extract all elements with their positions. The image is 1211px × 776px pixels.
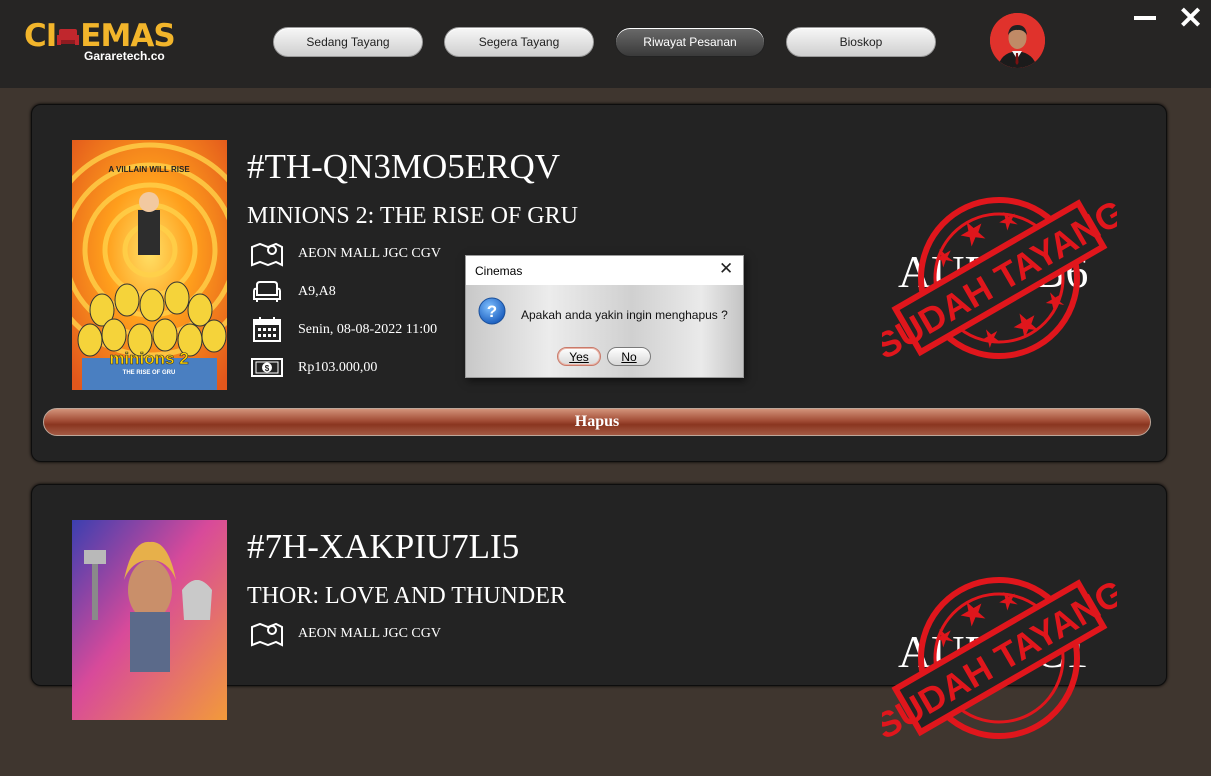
- booking-code: #7H-XAKPIU7LI5: [247, 527, 520, 566]
- show-datetime: Senin, 08-08-2022 11:00: [298, 322, 438, 337]
- logo-subtitle: Gararetech.co: [84, 49, 165, 63]
- nav-segera-tayang[interactable]: Segera Tayang: [444, 27, 594, 57]
- calendar-icon: [253, 317, 281, 342]
- dialog-close-icon[interactable]: ✕: [719, 259, 733, 279]
- money-icon: $: [251, 358, 283, 377]
- yes-button[interactable]: Yes: [557, 347, 601, 366]
- dialog-title: Cinemas: [475, 264, 523, 278]
- question-icon: ?: [478, 297, 506, 325]
- order-card: #7H-XAKPIU7LI5 THOR: LOVE AND THUNDER AE…: [31, 484, 1167, 747]
- map-location-icon: [251, 242, 283, 267]
- dialog-message: Apakah anda yakin ingin menghapus ?: [521, 308, 728, 322]
- dialog-body: ? Apakah anda yakin ingin menghapus ? Ye…: [466, 285, 743, 377]
- nav-sedang-tayang[interactable]: Sedang Tayang: [273, 27, 423, 57]
- svg-text:A VILLAIN WILL RISE: A VILLAIN WILL RISE: [108, 165, 190, 174]
- confirm-delete-dialog: Cinemas ✕ ? Apakah anda yakin ingin meng…: [465, 255, 744, 378]
- close-window-button[interactable]: ✕: [1178, 4, 1203, 34]
- booking-code: #TH-QN3MO5ERQV: [247, 147, 561, 186]
- svg-text:?: ?: [487, 302, 497, 321]
- poster-image: A VILLAIN WILL RISE minions 2 THE RISE O…: [72, 140, 227, 390]
- user-avatar[interactable]: [990, 13, 1045, 68]
- svg-text:THE RISE OF GRU: THE RISE OF GRU: [123, 370, 176, 376]
- poster-image: [72, 520, 227, 720]
- svg-text:$: $: [265, 364, 270, 373]
- sudah-tayang-stamp: SUDAH TAYANG: [882, 571, 1117, 747]
- sudah-tayang-stamp: SUDAH TAYANG: [882, 191, 1117, 367]
- app-header: CI EMAS Gararetech.co Sedang Tayang Seger…: [0, 0, 1211, 88]
- nav-bioskop[interactable]: Bioskop: [786, 27, 936, 57]
- user-photo-icon: [990, 13, 1045, 68]
- movie-poster: [72, 520, 227, 770]
- minimize-button[interactable]: [1134, 16, 1156, 20]
- no-button-label: No: [621, 349, 637, 364]
- cinema-name: AEON MALL JGC CGV: [298, 246, 441, 261]
- map-location-icon: [251, 622, 283, 647]
- dialog-titlebar[interactable]: Cinemas ✕: [466, 256, 743, 285]
- total-price: Rp103.000,00: [298, 360, 378, 375]
- no-button[interactable]: No: [607, 347, 651, 366]
- nav-riwayat-pesanan[interactable]: Riwayat Pesanan: [615, 27, 765, 57]
- sofa-seat-icon: [253, 281, 281, 302]
- seat-numbers: A9,A8: [298, 284, 336, 299]
- cinema-seat-icon: [57, 29, 80, 45]
- movie-title: MINIONS 2: THE RISE OF GRU: [247, 203, 578, 229]
- app-logo: CI EMAS Gararetech.co: [24, 18, 184, 68]
- movie-poster: A VILLAIN WILL RISE minions 2 THE RISE O…: [72, 140, 227, 390]
- svg-text:minions 2: minions 2: [109, 349, 188, 368]
- movie-title: THOR: LOVE AND THUNDER: [247, 583, 566, 609]
- delete-order-button[interactable]: Hapus: [43, 408, 1151, 436]
- yes-button-label: Yes: [569, 349, 589, 364]
